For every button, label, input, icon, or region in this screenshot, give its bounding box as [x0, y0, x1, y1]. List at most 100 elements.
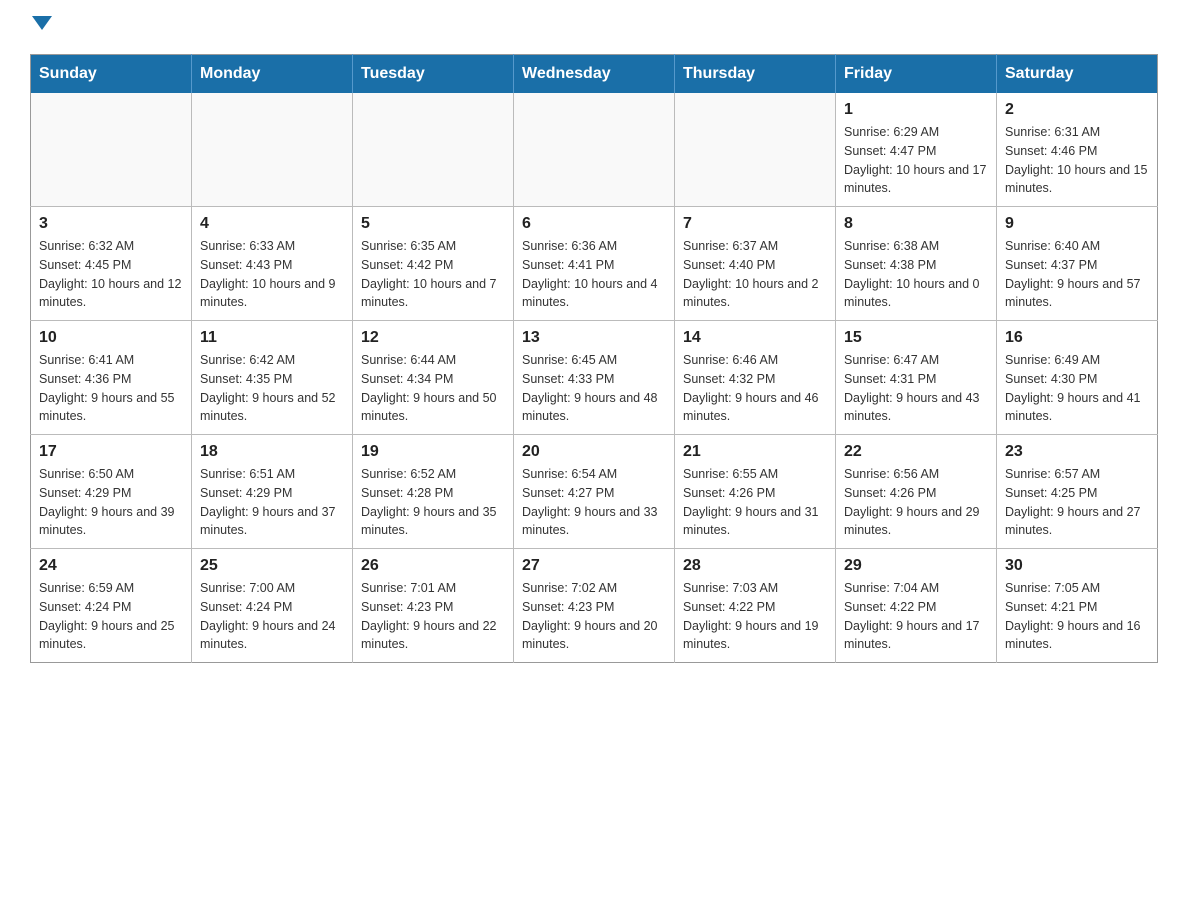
day-info: Sunrise: 6:45 AMSunset: 4:33 PMDaylight:…	[522, 351, 666, 426]
calendar-day-cell: 27 Sunrise: 7:02 AMSunset: 4:23 PMDayligh…	[514, 549, 675, 663]
day-info: Sunrise: 6:37 AMSunset: 4:40 PMDaylight:…	[683, 237, 827, 312]
day-number: 4	[200, 215, 344, 233]
day-number: 2	[1005, 101, 1149, 119]
day-info: Sunrise: 6:59 AMSunset: 4:24 PMDaylight:…	[39, 579, 183, 654]
day-number: 7	[683, 215, 827, 233]
day-info: Sunrise: 6:32 AMSunset: 4:45 PMDaylight:…	[39, 237, 183, 312]
day-info: Sunrise: 6:44 AMSunset: 4:34 PMDaylight:…	[361, 351, 505, 426]
day-info: Sunrise: 6:47 AMSunset: 4:31 PMDaylight:…	[844, 351, 988, 426]
logo-triangle-icon	[32, 16, 52, 30]
page-header	[30, 20, 1158, 34]
day-info: Sunrise: 6:49 AMSunset: 4:30 PMDaylight:…	[1005, 351, 1149, 426]
day-info: Sunrise: 6:38 AMSunset: 4:38 PMDaylight:…	[844, 237, 988, 312]
day-number: 23	[1005, 443, 1149, 461]
day-info: Sunrise: 7:04 AMSunset: 4:22 PMDaylight:…	[844, 579, 988, 654]
calendar-day-cell: 2 Sunrise: 6:31 AMSunset: 4:46 PMDaylight…	[997, 93, 1158, 207]
calendar-day-cell	[31, 93, 192, 207]
day-number: 29	[844, 557, 988, 575]
day-number: 9	[1005, 215, 1149, 233]
day-number: 24	[39, 557, 183, 575]
calendar-day-cell: 5 Sunrise: 6:35 AMSunset: 4:42 PMDaylight…	[353, 207, 514, 321]
day-info: Sunrise: 6:57 AMSunset: 4:25 PMDaylight:…	[1005, 465, 1149, 540]
day-info: Sunrise: 6:31 AMSunset: 4:46 PMDaylight:…	[1005, 123, 1149, 198]
day-number: 27	[522, 557, 666, 575]
day-number: 11	[200, 329, 344, 347]
day-number: 5	[361, 215, 505, 233]
calendar-day-cell: 4 Sunrise: 6:33 AMSunset: 4:43 PMDaylight…	[192, 207, 353, 321]
calendar-week-row: 1 Sunrise: 6:29 AMSunset: 4:47 PMDaylight…	[31, 93, 1158, 207]
day-info: Sunrise: 7:05 AMSunset: 4:21 PMDaylight:…	[1005, 579, 1149, 654]
calendar-day-cell: 11 Sunrise: 6:42 AMSunset: 4:35 PMDayligh…	[192, 321, 353, 435]
day-info: Sunrise: 6:33 AMSunset: 4:43 PMDaylight:…	[200, 237, 344, 312]
calendar-day-cell: 19 Sunrise: 6:52 AMSunset: 4:28 PMDayligh…	[353, 435, 514, 549]
calendar-day-cell: 3 Sunrise: 6:32 AMSunset: 4:45 PMDaylight…	[31, 207, 192, 321]
day-number: 28	[683, 557, 827, 575]
day-info: Sunrise: 6:54 AMSunset: 4:27 PMDaylight:…	[522, 465, 666, 540]
day-info: Sunrise: 6:42 AMSunset: 4:35 PMDaylight:…	[200, 351, 344, 426]
day-number: 26	[361, 557, 505, 575]
calendar-day-cell: 22 Sunrise: 6:56 AMSunset: 4:26 PMDayligh…	[836, 435, 997, 549]
day-number: 14	[683, 329, 827, 347]
calendar-day-cell	[514, 93, 675, 207]
calendar-day-cell: 25 Sunrise: 7:00 AMSunset: 4:24 PMDayligh…	[192, 549, 353, 663]
day-info: Sunrise: 6:41 AMSunset: 4:36 PMDaylight:…	[39, 351, 183, 426]
calendar-day-cell: 7 Sunrise: 6:37 AMSunset: 4:40 PMDaylight…	[675, 207, 836, 321]
day-info: Sunrise: 7:00 AMSunset: 4:24 PMDaylight:…	[200, 579, 344, 654]
calendar-day-cell: 14 Sunrise: 6:46 AMSunset: 4:32 PMDayligh…	[675, 321, 836, 435]
day-info: Sunrise: 6:50 AMSunset: 4:29 PMDaylight:…	[39, 465, 183, 540]
calendar-day-cell: 17 Sunrise: 6:50 AMSunset: 4:29 PMDayligh…	[31, 435, 192, 549]
calendar-day-cell: 28 Sunrise: 7:03 AMSunset: 4:22 PMDayligh…	[675, 549, 836, 663]
day-info: Sunrise: 7:03 AMSunset: 4:22 PMDaylight:…	[683, 579, 827, 654]
weekday-header-thursday: Thursday	[675, 55, 836, 94]
calendar-day-cell: 12 Sunrise: 6:44 AMSunset: 4:34 PMDayligh…	[353, 321, 514, 435]
day-info: Sunrise: 6:51 AMSunset: 4:29 PMDaylight:…	[200, 465, 344, 540]
day-number: 13	[522, 329, 666, 347]
calendar-day-cell: 1 Sunrise: 6:29 AMSunset: 4:47 PMDaylight…	[836, 93, 997, 207]
calendar-header-row: SundayMondayTuesdayWednesdayThursdayFrid…	[31, 55, 1158, 94]
calendar-day-cell: 6Sunrise: 6:36 AMSunset: 4:41 PMDaylight…	[514, 207, 675, 321]
calendar-table: SundayMondayTuesdayWednesdayThursdayFrid…	[30, 54, 1158, 663]
day-info: Sunrise: 7:01 AMSunset: 4:23 PMDaylight:…	[361, 579, 505, 654]
day-number: 16	[1005, 329, 1149, 347]
calendar-day-cell: 18 Sunrise: 6:51 AMSunset: 4:29 PMDayligh…	[192, 435, 353, 549]
logo	[30, 20, 52, 34]
day-info: Sunrise: 6:35 AMSunset: 4:42 PMDaylight:…	[361, 237, 505, 312]
calendar-day-cell: 9 Sunrise: 6:40 AMSunset: 4:37 PMDaylight…	[997, 207, 1158, 321]
calendar-day-cell: 15 Sunrise: 6:47 AMSunset: 4:31 PMDayligh…	[836, 321, 997, 435]
day-number: 20	[522, 443, 666, 461]
day-info: Sunrise: 7:02 AMSunset: 4:23 PMDaylight:…	[522, 579, 666, 654]
day-number: 12	[361, 329, 505, 347]
day-number: 1	[844, 101, 988, 119]
calendar-day-cell: 10 Sunrise: 6:41 AMSunset: 4:36 PMDayligh…	[31, 321, 192, 435]
day-number: 18	[200, 443, 344, 461]
day-number: 22	[844, 443, 988, 461]
calendar-day-cell	[192, 93, 353, 207]
calendar-day-cell: 13 Sunrise: 6:45 AMSunset: 4:33 PMDayligh…	[514, 321, 675, 435]
calendar-day-cell: 24 Sunrise: 6:59 AMSunset: 4:24 PMDayligh…	[31, 549, 192, 663]
day-info: Sunrise: 6:56 AMSunset: 4:26 PMDaylight:…	[844, 465, 988, 540]
day-number: 21	[683, 443, 827, 461]
day-number: 3	[39, 215, 183, 233]
calendar-day-cell: 21 Sunrise: 6:55 AMSunset: 4:26 PMDayligh…	[675, 435, 836, 549]
day-number: 10	[39, 329, 183, 347]
day-info: Sunrise: 6:52 AMSunset: 4:28 PMDaylight:…	[361, 465, 505, 540]
weekday-header-friday: Friday	[836, 55, 997, 94]
weekday-header-wednesday: Wednesday	[514, 55, 675, 94]
calendar-week-row: 24 Sunrise: 6:59 AMSunset: 4:24 PMDayligh…	[31, 549, 1158, 663]
day-info: Sunrise: 6:46 AMSunset: 4:32 PMDaylight:…	[683, 351, 827, 426]
day-number: 15	[844, 329, 988, 347]
calendar-day-cell: 23 Sunrise: 6:57 AMSunset: 4:25 PMDayligh…	[997, 435, 1158, 549]
weekday-header-saturday: Saturday	[997, 55, 1158, 94]
calendar-day-cell	[353, 93, 514, 207]
weekday-header-monday: Monday	[192, 55, 353, 94]
day-number: 17	[39, 443, 183, 461]
calendar-week-row: 17 Sunrise: 6:50 AMSunset: 4:29 PMDayligh…	[31, 435, 1158, 549]
day-number: 25	[200, 557, 344, 575]
calendar-week-row: 3 Sunrise: 6:32 AMSunset: 4:45 PMDaylight…	[31, 207, 1158, 321]
calendar-day-cell: 29 Sunrise: 7:04 AMSunset: 4:22 PMDayligh…	[836, 549, 997, 663]
calendar-day-cell: 8Sunrise: 6:38 AMSunset: 4:38 PMDaylight…	[836, 207, 997, 321]
day-number: 19	[361, 443, 505, 461]
day-info: Sunrise: 6:40 AMSunset: 4:37 PMDaylight:…	[1005, 237, 1149, 312]
day-info: Sunrise: 6:29 AMSunset: 4:47 PMDaylight:…	[844, 123, 988, 198]
day-info: Sunrise: 6:55 AMSunset: 4:26 PMDaylight:…	[683, 465, 827, 540]
